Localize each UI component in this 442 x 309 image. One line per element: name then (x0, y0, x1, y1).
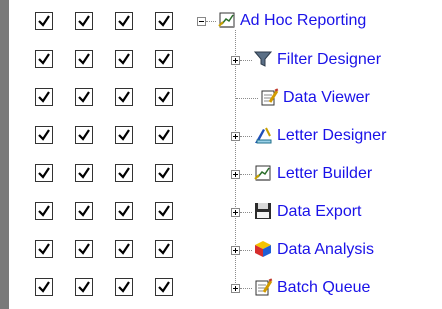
permission-checkbox[interactable] (155, 240, 173, 258)
notepad-pencil-icon (261, 88, 279, 106)
permission-checkbox[interactable] (75, 278, 93, 296)
permission-checkbox[interactable] (115, 278, 133, 296)
expand-expander-icon[interactable] (231, 284, 240, 293)
tree-node-label[interactable]: Filter Designer (277, 50, 381, 70)
tree-connector (240, 174, 252, 175)
tree-connector (240, 136, 252, 137)
tree-node-label[interactable]: Data Analysis (277, 240, 374, 260)
tree-node-label[interactable]: Data Export (277, 202, 361, 222)
collapse-expander-icon[interactable] (197, 17, 206, 26)
tree-node-label[interactable]: Letter Builder (277, 164, 372, 184)
tree-row: Batch Queue (0, 274, 442, 304)
permission-checkbox[interactable] (35, 278, 53, 296)
permission-checkbox[interactable] (155, 50, 173, 68)
tree-connector (240, 250, 252, 251)
permission-checkbox[interactable] (115, 240, 133, 258)
tree-node-label[interactable]: Batch Queue (277, 278, 370, 298)
permission-checkbox[interactable] (155, 12, 173, 30)
permission-checkbox[interactable] (115, 164, 133, 182)
tree-node-label[interactable]: Data Viewer (283, 88, 370, 108)
permission-checkbox[interactable] (35, 12, 53, 30)
tree-connector (240, 60, 252, 61)
permission-checkbox[interactable] (75, 240, 93, 258)
expand-expander-icon[interactable] (231, 132, 240, 141)
tree-row: Data Analysis (0, 236, 442, 266)
permission-checkbox[interactable] (75, 12, 93, 30)
permission-checkbox[interactable] (115, 12, 133, 30)
permission-checkbox[interactable] (155, 164, 173, 182)
tree-connector (236, 98, 258, 99)
tree-node-label[interactable]: Ad Hoc Reporting (240, 11, 366, 31)
tree-row-root: Ad Hoc Reporting (0, 8, 442, 38)
permission-checkbox[interactable] (155, 88, 173, 106)
notepad-pencil-icon (255, 278, 273, 296)
permission-checkbox[interactable] (35, 202, 53, 220)
permission-checkbox[interactable] (115, 126, 133, 144)
tree-row: Filter Designer (0, 46, 442, 76)
expand-expander-icon[interactable] (231, 208, 240, 217)
permission-checkbox[interactable] (155, 278, 173, 296)
permission-checkbox[interactable] (35, 126, 53, 144)
report-chart-icon (254, 165, 271, 181)
expand-expander-icon[interactable] (231, 170, 240, 179)
floppy-disk-icon (255, 203, 271, 219)
tree-connector (240, 288, 252, 289)
tree-row: Data Viewer (0, 84, 442, 114)
drafting-tools-icon (255, 127, 272, 144)
permission-checkbox[interactable] (35, 50, 53, 68)
expand-expander-icon[interactable] (231, 246, 240, 255)
permission-checkbox[interactable] (155, 202, 173, 220)
tree-row: Letter Builder (0, 160, 442, 190)
tree-connector (206, 21, 216, 22)
permission-checkbox[interactable] (75, 88, 93, 106)
tree-connector (240, 212, 252, 213)
cube-icon (255, 241, 271, 257)
permission-checkbox[interactable] (75, 126, 93, 144)
permission-checkbox[interactable] (35, 240, 53, 258)
permission-checkbox[interactable] (35, 164, 53, 182)
tree-row: Data Export (0, 198, 442, 228)
tree-node-label[interactable]: Letter Designer (277, 126, 386, 146)
report-chart-icon (218, 12, 235, 28)
permission-checkbox[interactable] (115, 202, 133, 220)
permission-checkbox[interactable] (75, 50, 93, 68)
permission-checkbox[interactable] (115, 88, 133, 106)
filter-funnel-icon (253, 51, 273, 67)
permission-checkbox[interactable] (75, 164, 93, 182)
permission-checkbox[interactable] (115, 50, 133, 68)
expand-expander-icon[interactable] (231, 56, 240, 65)
tree-row: Letter Designer (0, 122, 442, 152)
permission-checkbox[interactable] (35, 88, 53, 106)
permission-checkbox[interactable] (75, 202, 93, 220)
permission-checkbox[interactable] (155, 126, 173, 144)
